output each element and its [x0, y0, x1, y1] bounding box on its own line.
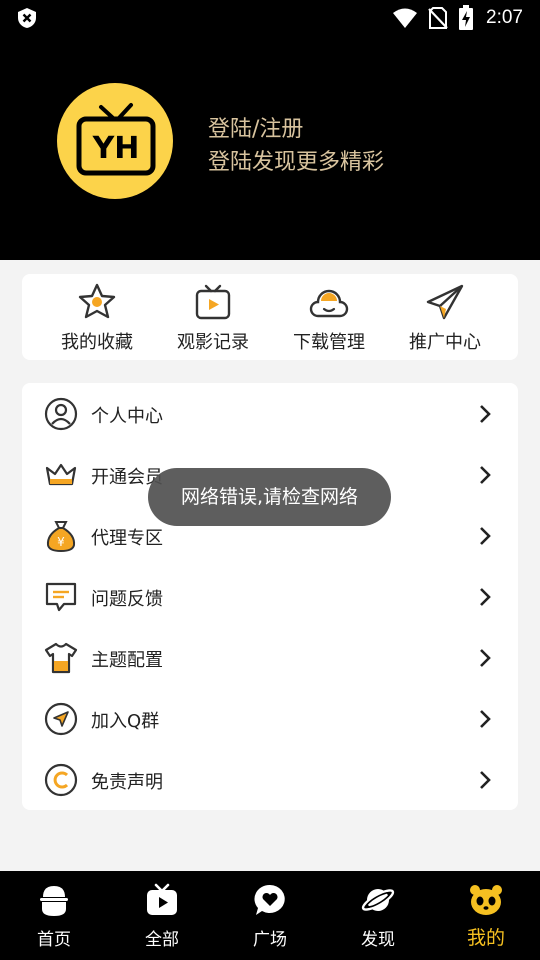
chevron-right-icon [478, 403, 492, 425]
star-icon [77, 282, 117, 322]
wifi-icon [392, 7, 418, 33]
tv-icon [145, 883, 179, 917]
home-icon [37, 883, 71, 917]
favorites-label: 我的收藏 [61, 332, 133, 353]
battery-charging-icon [458, 5, 474, 35]
shield-x-icon [16, 7, 38, 33]
tab-label: 我的 [466, 927, 505, 949]
menu-item-disclaimer[interactable]: 免责声明 [22, 749, 518, 810]
navigation-icon [44, 702, 78, 736]
chevron-right-icon [478, 464, 492, 486]
user-icon [44, 397, 78, 431]
chevron-right-icon [478, 586, 492, 608]
login-subtitle: 登陆发现更多精彩 [208, 150, 385, 175]
tab-discover[interactable]: 发现 [324, 871, 432, 960]
svg-text:¥: ¥ [57, 535, 65, 549]
logo-text: YH [92, 131, 140, 166]
promotion-center-label: 推广中心 [409, 332, 481, 353]
quick-actions-card: 我的收藏 观影记录 下载管理 推广中心 [22, 274, 518, 360]
tab-label: 广场 [253, 930, 287, 950]
no-sim-icon [428, 6, 448, 34]
menu-label: 代理专区 [91, 528, 163, 549]
chevron-right-icon [478, 769, 492, 791]
planet-icon [361, 883, 395, 917]
tab-square[interactable]: 广场 [216, 871, 324, 960]
money-bag-icon: ¥ [44, 519, 78, 553]
download-manager-label: 下载管理 [293, 332, 365, 353]
cloud-icon [309, 282, 349, 322]
network-error-toast: 网络错误,请检查网络 [148, 468, 391, 526]
download-manager-button[interactable]: 下载管理 [271, 274, 387, 360]
tab-label: 发现 [361, 930, 395, 950]
chevron-right-icon [478, 708, 492, 730]
crown-icon [44, 458, 78, 492]
profile-header: YH 登陆/注册 登陆发现更多精彩 [0, 36, 540, 260]
tv-play-icon [193, 282, 233, 322]
login-register-link[interactable]: 登陆/注册 [208, 111, 303, 143]
shirt-icon [44, 641, 78, 675]
promotion-center-button[interactable]: 推广中心 [387, 274, 503, 360]
watch-history-button[interactable]: 观影记录 [155, 274, 271, 360]
menu-label: 免责声明 [91, 772, 163, 793]
chat-heart-icon [253, 883, 287, 917]
tab-label: 首页 [37, 930, 71, 950]
menu-label: 个人中心 [91, 406, 163, 427]
feedback-icon [44, 580, 78, 614]
menu-label: 加入Q群 [91, 711, 160, 732]
menu-item-theme[interactable]: 主题配置 [22, 627, 518, 688]
clock: 2:07 [486, 7, 523, 28]
chevron-right-icon [478, 647, 492, 669]
panda-icon [469, 883, 503, 917]
watch-history-label: 观影记录 [177, 332, 249, 353]
tab-label: 全部 [145, 930, 179, 950]
copyright-icon [44, 763, 78, 797]
tab-mine[interactable]: 我的 [432, 871, 540, 960]
settings-menu: 个人中心 开通会员 ¥ 代理专区 问题反馈 主题配置 加入Q群 免责声明 [22, 383, 518, 810]
menu-item-feedback[interactable]: 问题反馈 [22, 566, 518, 627]
paper-plane-icon [425, 282, 465, 322]
bottom-navigation: 首页 全部 广场 发现 我的 [0, 871, 540, 960]
menu-label: 问题反馈 [91, 589, 163, 610]
menu-item-personal-center[interactable]: 个人中心 [22, 383, 518, 444]
app-logo[interactable]: YH [57, 83, 173, 199]
tab-home[interactable]: 首页 [0, 871, 108, 960]
menu-label: 主题配置 [91, 650, 163, 671]
chevron-right-icon [478, 525, 492, 547]
favorites-button[interactable]: 我的收藏 [39, 274, 155, 360]
menu-item-join-qq-group[interactable]: 加入Q群 [22, 688, 518, 749]
status-bar: 2:07 [0, 0, 540, 36]
tab-all[interactable]: 全部 [108, 871, 216, 960]
